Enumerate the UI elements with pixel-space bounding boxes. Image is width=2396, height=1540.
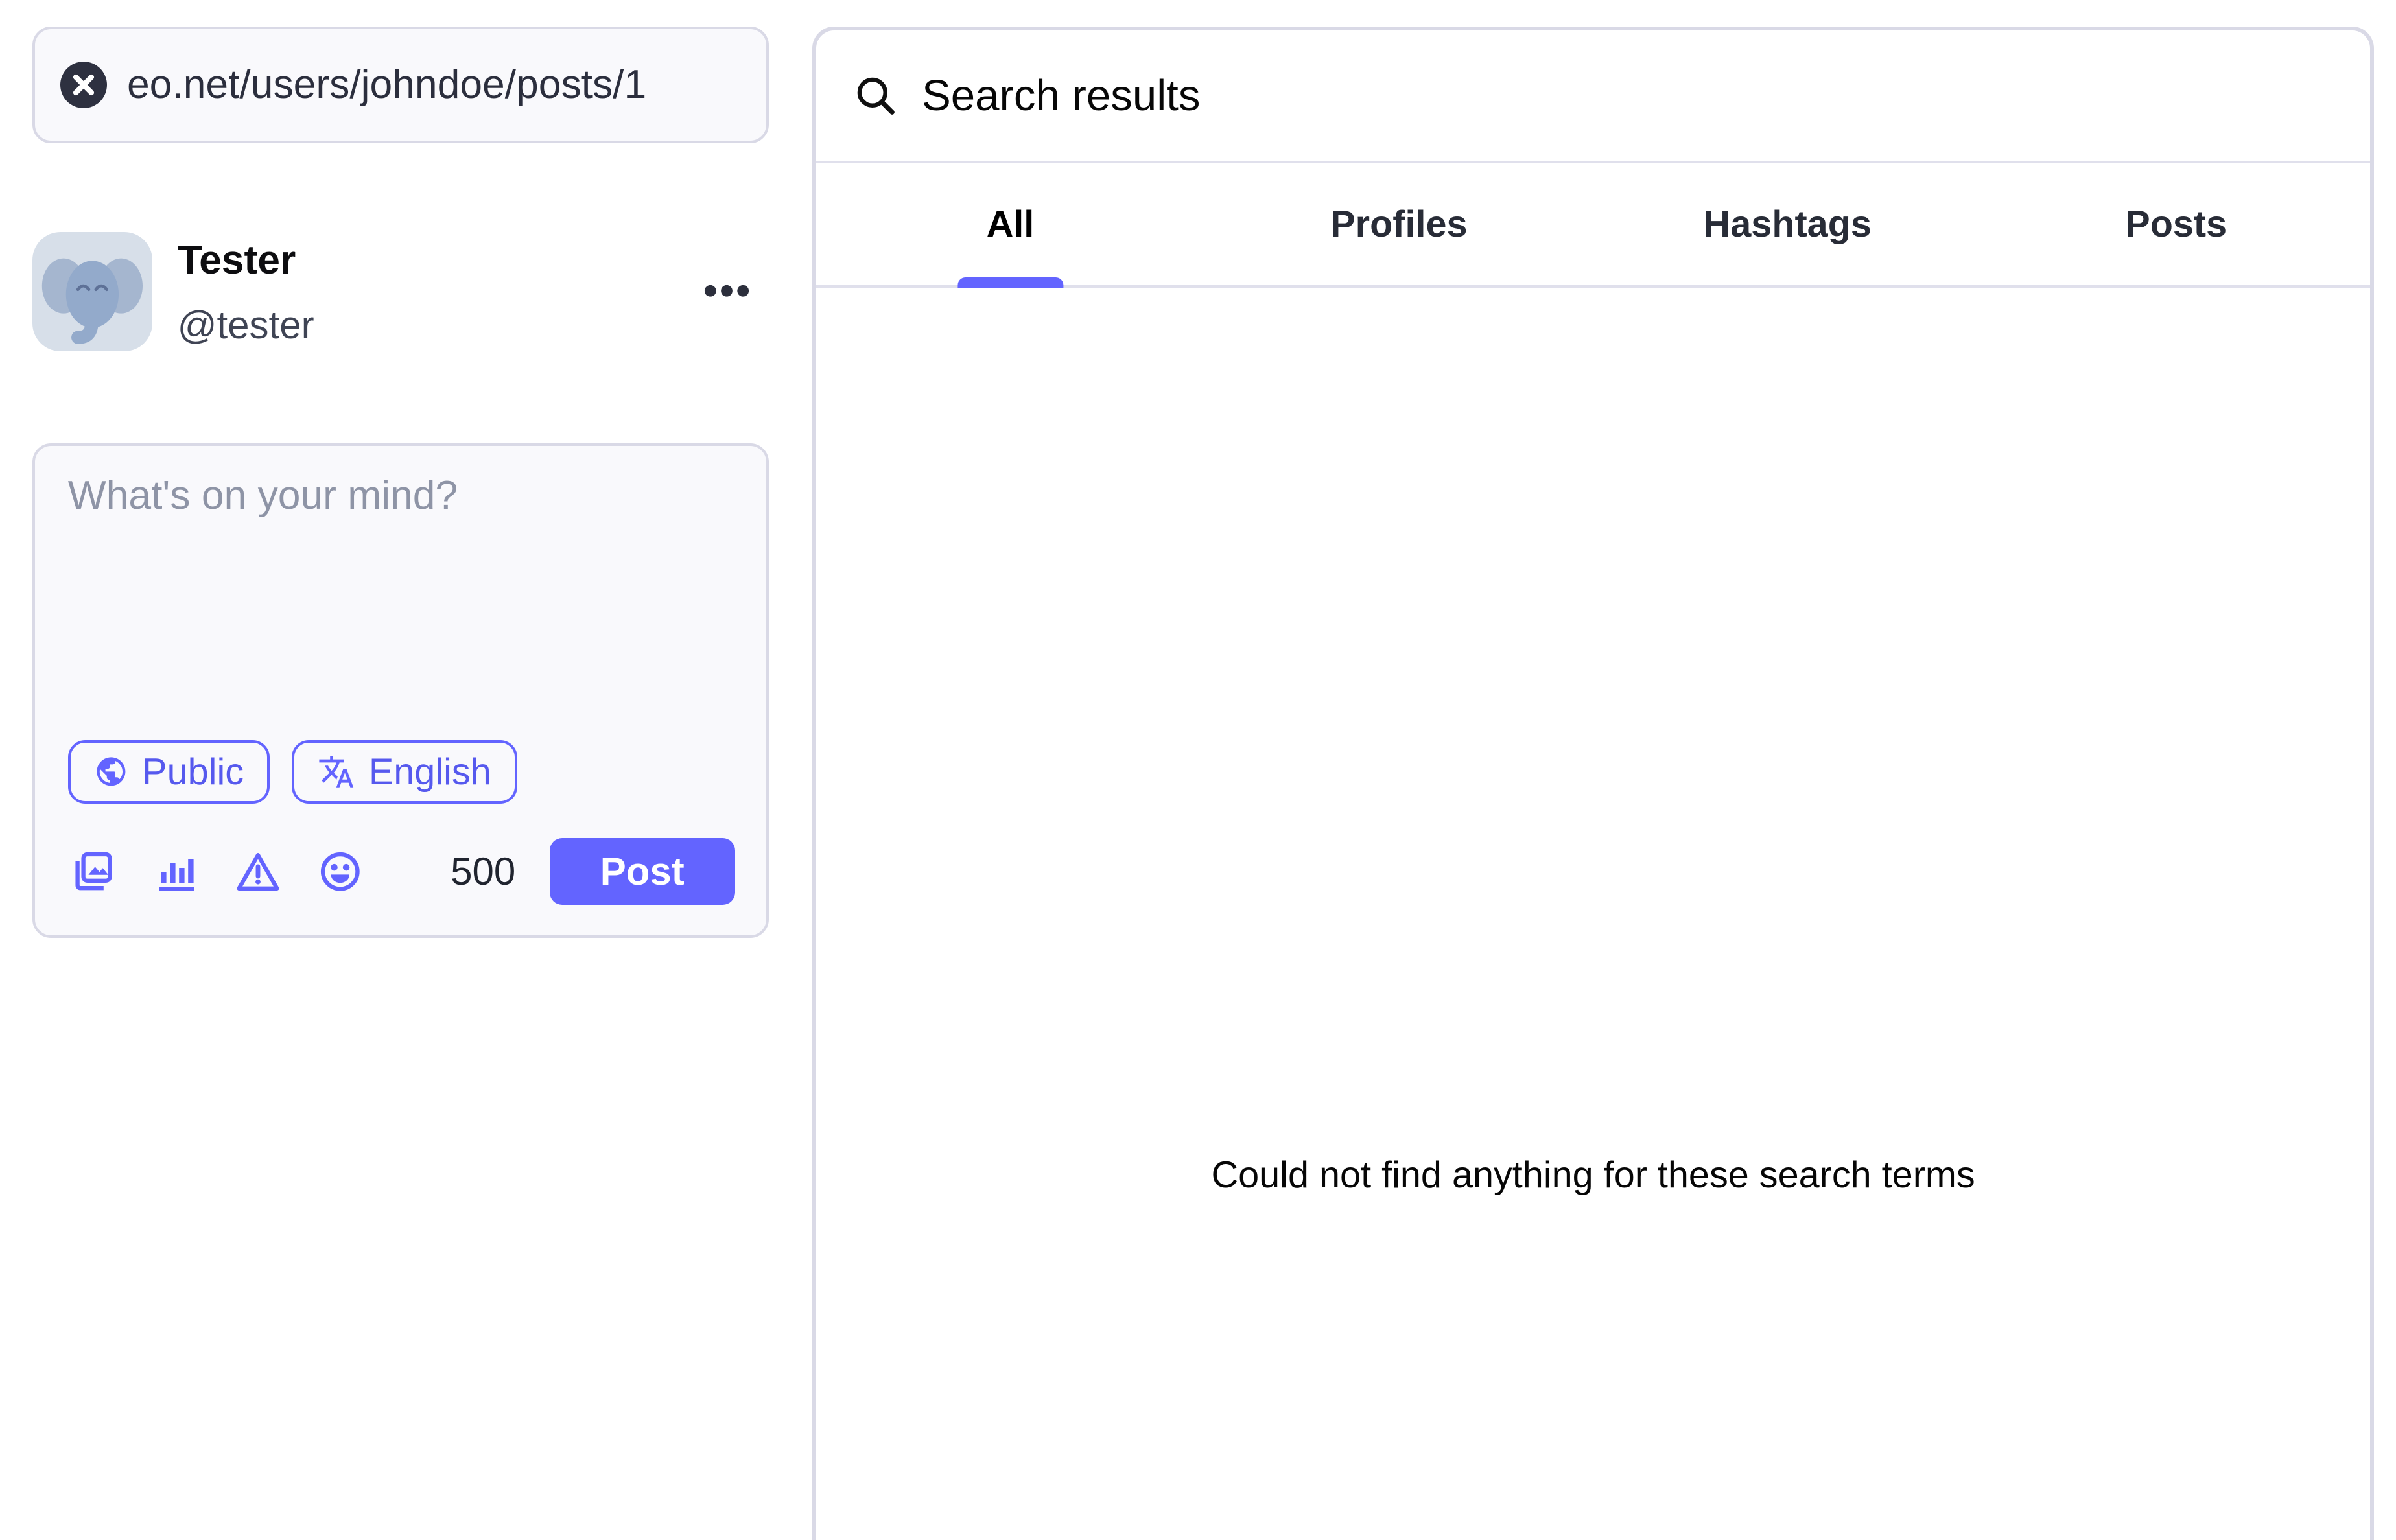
search-tabs: All Profiles Hashtags Posts xyxy=(816,163,2371,287)
language-button[interactable]: English xyxy=(292,740,517,804)
url-search-box[interactable] xyxy=(32,27,768,143)
more-options-button[interactable] xyxy=(703,277,753,305)
compose-textarea[interactable] xyxy=(68,472,733,706)
tab-all-label: All xyxy=(987,203,1035,246)
compose-toolbar: 500 Post xyxy=(69,837,734,906)
visibility-label: Public xyxy=(142,751,244,793)
account-handle: @tester xyxy=(178,302,314,349)
avatar xyxy=(32,232,152,352)
mastodon-app: Tester @tester Public xyxy=(0,0,2396,1540)
add-media-button[interactable] xyxy=(69,848,116,895)
globe-icon xyxy=(94,754,128,789)
emoji-icon xyxy=(318,849,363,894)
compose-form: Public English xyxy=(32,443,768,938)
media-icon xyxy=(69,848,116,895)
add-poll-button[interactable] xyxy=(152,848,198,895)
tab-profiles-label: Profiles xyxy=(1330,203,1467,246)
translate-icon xyxy=(318,753,355,791)
poll-icon xyxy=(154,850,197,893)
character-count: 500 xyxy=(451,849,515,894)
tab-profiles[interactable]: Profiles xyxy=(1204,163,1593,285)
search-icon xyxy=(853,73,898,119)
empty-results-message: Could not find anything for these search… xyxy=(816,288,2371,1197)
language-label: English xyxy=(369,751,491,793)
tab-all[interactable]: All xyxy=(816,163,1204,285)
tab-hashtags[interactable]: Hashtags xyxy=(1593,163,1982,285)
active-tab-indicator xyxy=(957,277,1063,288)
post-button[interactable]: Post xyxy=(550,838,735,905)
search-results-panel: Search results All Profiles Hashtags Pos… xyxy=(812,27,2375,1540)
compose-options-row: Public English xyxy=(68,740,517,804)
emoji-picker-button[interactable] xyxy=(317,848,364,895)
tab-posts[interactable]: Posts xyxy=(1982,163,2370,285)
x-circle-icon xyxy=(60,62,107,108)
visibility-button[interactable]: Public xyxy=(68,740,270,804)
clear-input-button[interactable] xyxy=(60,62,107,108)
content-warning-icon xyxy=(235,848,281,895)
url-input[interactable] xyxy=(127,62,741,108)
tab-posts-label: Posts xyxy=(2125,203,2227,246)
display-name: Tester xyxy=(178,237,296,285)
mastodon-elephant-avatar-icon xyxy=(32,232,152,352)
search-results-header: Search results xyxy=(816,30,2371,164)
page-title: Search results xyxy=(922,71,1200,121)
tab-hashtags-label: Hashtags xyxy=(1704,203,1872,246)
ellipsis-icon xyxy=(703,280,750,302)
content-warning-button[interactable] xyxy=(235,848,281,895)
